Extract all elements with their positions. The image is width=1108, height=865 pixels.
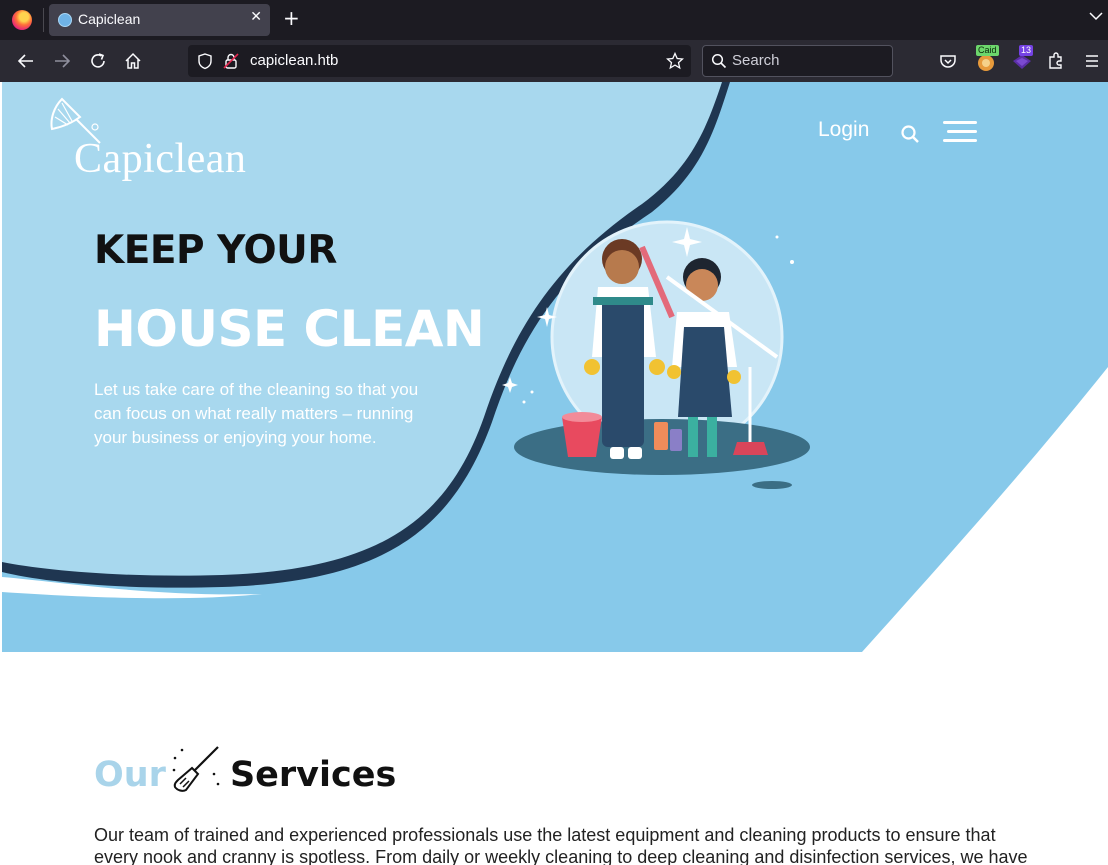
address-bar[interactable]: capiclean.htb [188,45,691,77]
puzzle-extensions-icon[interactable] [1046,51,1066,71]
hero-heading-line1: KEEP YOUR [94,228,337,273]
url-text: capiclean.htb [250,52,339,69]
new-tab-button[interactable]: + [283,6,300,30]
globe-icon [58,13,72,27]
hero-description: Let us take care of the cleaning so that… [94,380,419,447]
hamburger-menu-icon[interactable] [1082,51,1102,71]
forward-arrow-icon[interactable] [52,51,72,71]
services-heading-our: Our [94,755,166,795]
firefox-icon[interactable] [12,10,32,30]
insecure-lock-icon[interactable] [223,52,239,70]
cleaners-illustration [502,220,810,489]
search-bar[interactable]: Search [702,45,893,77]
shield-icon[interactable] [196,52,214,70]
services-description: Our team of trained and experienced prof… [94,825,1028,865]
webpage: Capiclean Login KEEP YOUR HOUSE CLEAN Le… [2,82,1108,865]
chevron-down-icon[interactable] [1088,8,1104,24]
close-tab-button[interactable]: ✕ [250,9,262,25]
pocket-icon[interactable] [938,51,958,71]
hero-heading-line2: HOUSE CLEAN [94,300,485,358]
caido-badge: Caid [976,45,999,56]
menu-toggle-icon[interactable] [943,121,977,143]
bookmark-star-icon[interactable] [666,52,684,70]
reload-icon[interactable] [88,51,108,71]
hacktools-badge: 13 [1019,45,1034,56]
login-link[interactable]: Login [818,118,869,142]
browser-tab-bar: Capiclean ✕ + [0,0,1108,40]
site-logo[interactable]: Capiclean [48,97,248,182]
services-heading-services: Services [229,755,397,795]
magnifier-icon [711,53,727,69]
logo-text: Capiclean [74,136,247,182]
caido-extension-icon[interactable]: Caid [975,45,999,73]
browser-toolbar: capiclean.htb Search Caid 13 [0,40,1108,82]
tab-separator [43,8,44,32]
browser-tab[interactable]: Capiclean ✕ [49,4,270,36]
home-icon[interactable] [123,51,143,71]
hacktools-extension-icon[interactable]: 13 [1010,45,1034,73]
search-icon[interactable] [900,124,920,144]
tab-title: Capiclean [78,11,141,27]
services-heading: Our Services [94,744,396,795]
broom-icon [172,746,220,792]
search-placeholder: Search [732,52,780,69]
back-arrow-icon[interactable] [16,51,36,71]
